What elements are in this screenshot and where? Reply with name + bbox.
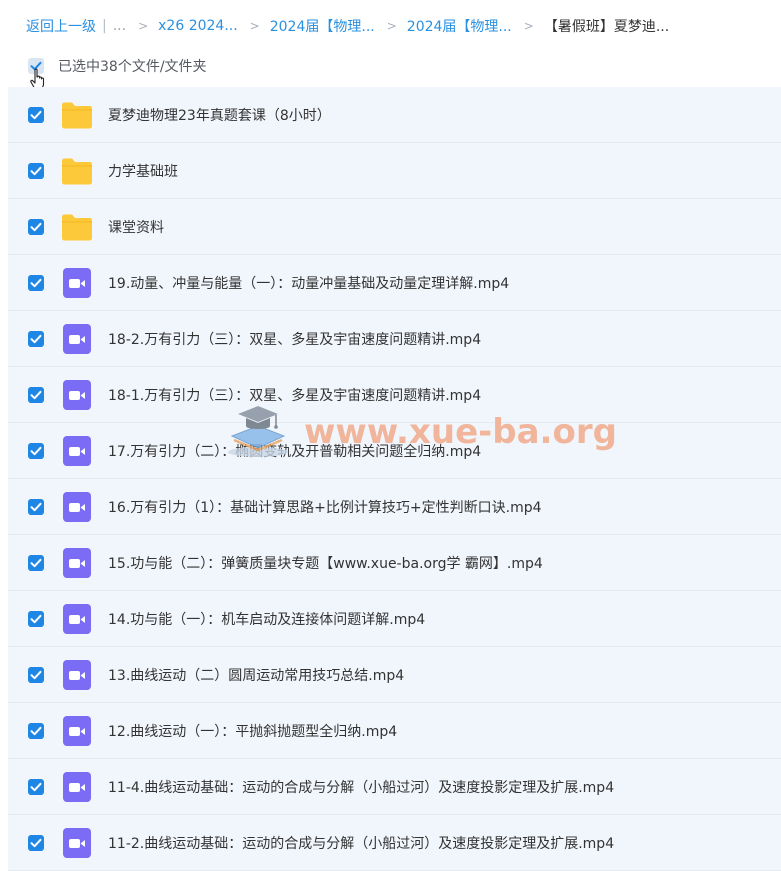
video-file-icon [60,324,94,354]
video-file-icon [60,604,94,634]
file-row[interactable]: 18-1.万有引力（三）：双星、多星及宇宙速度问题精讲.mp4 [8,367,781,423]
file-row[interactable]: 11-2.曲线运动基础：运动的合成与分解（小船过河）及速度投影定理及扩展.mp4 [8,815,781,871]
file-name[interactable]: 18-2.万有引力（三）：双星、多星及宇宙速度问题精讲.mp4 [108,329,481,349]
video-file-icon [60,660,94,690]
video-file-icon [60,548,94,578]
check-icon [30,222,42,232]
video-file-icon [63,772,91,802]
file-checkbox[interactable] [28,387,44,403]
check-icon [30,390,42,400]
video-file-icon [60,380,94,410]
file-name[interactable]: 课堂资料 [108,217,164,237]
file-row[interactable]: 15.功与能（二）：弹簧质量块专题【www.xue-ba.org学 霸网】.mp… [8,535,781,591]
check-icon [30,166,42,176]
file-row[interactable]: 19.动量、冲量与能量（一）：动量冲量基础及动量定理详解.mp4 [8,255,781,311]
check-icon [30,110,42,120]
file-name[interactable]: 17.万有引力（二）：椭圆变轨及开普勒相关问题全归纳.mp4 [108,441,481,461]
file-checkbox[interactable] [28,779,44,795]
file-checkbox[interactable] [28,499,44,515]
folder-icon [62,158,92,185]
file-row[interactable]: 11-4.曲线运动基础：运动的合成与分解（小船过河）及速度投影定理及扩展.mp4 [8,759,781,815]
file-row[interactable]: 14.功与能（一）：机车启动及连接体问题详解.mp4 [8,591,781,647]
file-checkbox[interactable] [28,219,44,235]
file-checkbox[interactable] [28,163,44,179]
breadcrumb-item[interactable]: 2024届【物理... [270,16,375,36]
select-all-bar: 已选中38个文件/文件夹 [28,56,207,76]
file-checkbox[interactable] [28,611,44,627]
folder-icon [62,102,92,129]
file-name[interactable]: 力学基础班 [108,161,178,181]
file-checkbox[interactable] [28,555,44,571]
breadcrumb: 返回上一级 | ... > x26 2024... > 2024届【物理... … [26,14,669,38]
video-file-icon [63,268,91,298]
file-name[interactable]: 16.万有引力（1）：基础计算思路+比例计算技巧+定性判断口诀.mp4 [108,497,542,517]
file-row[interactable]: 课堂资料 [8,199,781,255]
file-row[interactable]: 16.万有引力（1）：基础计算思路+比例计算技巧+定性判断口诀.mp4 [8,479,781,535]
check-icon [30,502,42,512]
file-name[interactable]: 12.曲线运动（一）：平抛斜抛题型全归纳.mp4 [108,721,397,741]
check-icon [30,558,42,568]
folder-icon [60,212,94,242]
video-file-icon [60,828,94,858]
check-icon [30,782,42,792]
chevron-right-icon: > [386,19,397,33]
breadcrumb-item[interactable]: x26 2024... [158,18,238,34]
file-row[interactable]: 13.曲线运动（二）圆周运动常用技巧总结.mp4 [8,647,781,703]
video-file-icon [63,436,91,466]
file-row[interactable]: 夏梦迪物理23年真题套课（8小时） [8,87,781,143]
breadcrumb-ellipsis[interactable]: ... [113,18,126,34]
video-file-icon [63,828,91,858]
folder-icon [60,156,94,186]
file-row[interactable]: 12.曲线运动（一）：平抛斜抛题型全归纳.mp4 [8,703,781,759]
video-file-icon [60,716,94,746]
file-name[interactable]: 11-4.曲线运动基础：运动的合成与分解（小船过河）及速度投影定理及扩展.mp4 [108,777,614,797]
back-link[interactable]: 返回上一级 [26,16,96,36]
selection-count-label: 已选中38个文件/文件夹 [58,59,207,75]
file-row[interactable]: 18-2.万有引力（三）：双星、多星及宇宙速度问题精讲.mp4 [8,311,781,367]
check-icon [30,726,42,736]
check-icon [30,446,42,456]
video-file-icon [60,772,94,802]
check-icon [30,334,42,344]
breadcrumb-current: 【暑假班】夏梦迪... [543,19,670,35]
video-file-icon [63,660,91,690]
video-file-icon [60,268,94,298]
file-checkbox[interactable] [28,443,44,459]
breadcrumb-divider: | [102,18,107,34]
chevron-right-icon: > [138,19,149,33]
video-file-icon [63,548,91,578]
video-file-icon [60,492,94,522]
check-icon [30,670,42,680]
check-icon [30,278,42,288]
file-row[interactable]: 17.万有引力（二）：椭圆变轨及开普勒相关问题全归纳.mp4 [8,423,781,479]
file-checkbox[interactable] [28,275,44,291]
file-row[interactable]: 力学基础班 [8,143,781,199]
file-checkbox[interactable] [28,667,44,683]
file-checkbox[interactable] [28,107,44,123]
video-file-icon [63,604,91,634]
file-checkbox[interactable] [28,723,44,739]
video-file-icon [63,324,91,354]
chevron-right-icon: > [249,19,260,33]
folder-icon [60,100,94,130]
chevron-right-icon: > [523,19,534,33]
file-checkbox[interactable] [28,331,44,347]
file-name[interactable]: 14.功与能（一）：机车启动及连接体问题详解.mp4 [108,609,425,629]
video-file-icon [63,492,91,522]
file-checkbox[interactable] [28,835,44,851]
file-list: 夏梦迪物理23年真题套课（8小时） 力学基础班课堂资料 19.动量、冲量与能量（一）… [8,87,781,871]
check-icon [30,614,42,624]
video-file-icon [63,716,91,746]
breadcrumb-item[interactable]: 2024届【物理... [407,16,512,36]
folder-icon [62,214,92,241]
file-name[interactable]: 夏梦迪物理23年真题套课（8小时） [108,105,331,125]
check-icon [30,838,42,848]
file-name[interactable]: 13.曲线运动（二）圆周运动常用技巧总结.mp4 [108,665,404,685]
video-file-icon [63,380,91,410]
file-name[interactable]: 19.动量、冲量与能量（一）：动量冲量基础及动量定理详解.mp4 [108,273,509,293]
file-name[interactable]: 11-2.曲线运动基础：运动的合成与分解（小船过河）及速度投影定理及扩展.mp4 [108,833,614,853]
file-name[interactable]: 18-1.万有引力（三）：双星、多星及宇宙速度问题精讲.mp4 [108,385,481,405]
file-name[interactable]: 15.功与能（二）：弹簧质量块专题【www.xue-ba.org学 霸网】.mp… [108,553,543,573]
video-file-icon [60,436,94,466]
